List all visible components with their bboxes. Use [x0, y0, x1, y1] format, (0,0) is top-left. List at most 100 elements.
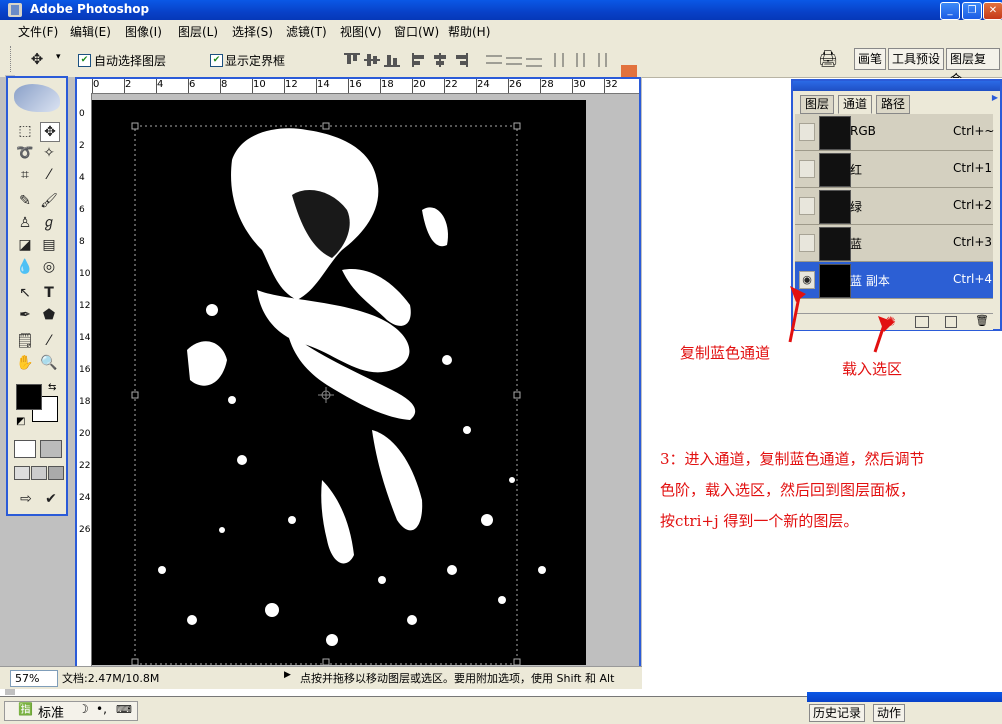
trash-icon[interactable]: 🗑 [975, 314, 989, 327]
eyedropper-tool-icon[interactable]: ⁄ [40, 332, 58, 350]
doc-size-info[interactable]: 文档:2.47M/10.8M [62, 670, 159, 686]
distribute-left-icon[interactable] [552, 53, 568, 67]
menu-view[interactable]: 视图(V) [340, 23, 382, 40]
history-brush-tool-icon[interactable]: ℊ [40, 214, 58, 232]
new-channel-icon[interactable] [945, 316, 957, 328]
type-tool-icon[interactable]: T [40, 284, 58, 302]
menu-help[interactable]: 帮助(H) [448, 23, 490, 40]
pen-tool-icon[interactable]: ✒ [16, 306, 34, 324]
move-tool-button-icon[interactable]: ✥ [40, 122, 60, 142]
well-tab-tool-presets[interactable]: 工具预设 [888, 48, 945, 70]
ruler-vertical[interactable]: 0 2 4 6 8 10 12 14 16 18 20 22 24 26 [77, 93, 92, 668]
options-grip[interactable] [10, 46, 15, 72]
ime-mode-label[interactable]: 标准 [38, 702, 64, 721]
save-selection-icon[interactable] [915, 316, 929, 328]
well-tab-layer-comps[interactable]: 图层复合 [946, 48, 1000, 86]
ime-logo-icon[interactable]: 🈯 [18, 702, 33, 716]
brush-tool-icon[interactable]: 🖌 [40, 192, 58, 210]
lasso-tool-icon[interactable]: ➰ [16, 144, 34, 162]
eraser-tool-icon[interactable]: ◪ [16, 236, 34, 254]
minimize-button[interactable]: _ [940, 2, 960, 20]
jump-to-imageready-icon[interactable]: ⇨ [14, 490, 38, 508]
tab-actions[interactable]: 动作 [873, 704, 906, 722]
restore-button[interactable]: ❐ [962, 2, 982, 20]
file-browser-icon[interactable]: 🖨 [818, 49, 838, 69]
close-button[interactable]: ✕ [983, 2, 1002, 20]
foreground-color-swatch[interactable] [16, 384, 42, 410]
align-right-icon[interactable] [452, 53, 468, 67]
tab-history[interactable]: 历史记录 [809, 704, 866, 722]
tab-paths[interactable]: 路径 [876, 95, 911, 114]
visibility-toggle[interactable] [799, 197, 815, 215]
screen-mode-full-icon[interactable] [48, 466, 64, 480]
feather-logo-icon[interactable] [14, 84, 60, 112]
notes-tool-icon[interactable]: 🗒 [16, 332, 34, 350]
panel-header[interactable] [793, 81, 1000, 91]
move-tool-icon[interactable]: ✥ [28, 50, 46, 68]
distribute-hcenter-icon[interactable] [572, 53, 588, 67]
menu-select[interactable]: 选择(S) [232, 23, 273, 40]
zoom-field[interactable]: 57% [10, 670, 58, 687]
distribute-right-icon[interactable] [592, 53, 608, 67]
punctuation-icon[interactable]: •, [96, 702, 107, 716]
panel-menu-arrow-icon[interactable]: ▶ [992, 93, 998, 102]
distribute-vcenter-icon[interactable] [506, 53, 522, 67]
slice-tool-icon[interactable]: ⁄ [40, 166, 58, 184]
gradient-tool-icon[interactable]: ▤ [40, 236, 58, 254]
screen-mode-full-menu-icon[interactable] [31, 466, 47, 480]
menu-window[interactable]: 窗口(W) [394, 23, 439, 40]
align-vcenter-icon[interactable] [364, 53, 380, 67]
path-selection-tool-icon[interactable]: ↖ [16, 284, 34, 302]
menu-edit[interactable]: 编辑(E) [70, 23, 111, 40]
ruler-tick [380, 79, 381, 93]
align-top-icon[interactable] [344, 53, 360, 67]
crop-tool-icon[interactable]: ⌗ [16, 166, 34, 184]
channel-row[interactable]: 绿 Ctrl+2 [795, 188, 993, 225]
tool-preset-chevron-icon[interactable]: ▾ [56, 52, 61, 62]
edit-in-imageready-icon[interactable]: ✔ [42, 490, 60, 508]
visibility-toggle[interactable] [799, 123, 815, 141]
magic-wand-tool-icon[interactable]: ✧ [40, 144, 58, 162]
doc-close-icon[interactable] [621, 65, 637, 77]
tab-channels[interactable]: 通道 [838, 95, 873, 114]
distribute-bottom-icon[interactable] [526, 53, 542, 67]
clone-stamp-tool-icon[interactable]: ♙ [16, 214, 34, 232]
hand-tool-icon[interactable]: ✋ [16, 354, 34, 372]
menu-file[interactable]: 文件(F) [18, 23, 58, 40]
half-width-icon[interactable]: ☽ [78, 702, 89, 716]
dodge-tool-icon[interactable]: ◎ [40, 258, 58, 276]
quick-mask-icon[interactable] [40, 440, 62, 458]
zoom-tool-icon[interactable]: 🔍 [40, 354, 58, 372]
history-panel-header[interactable] [807, 692, 1002, 702]
default-colors-icon[interactable]: ◩ [16, 416, 25, 427]
soft-keyboard-icon[interactable]: ⌨ [116, 703, 132, 716]
menu-image[interactable]: 图像(I) [125, 23, 162, 40]
standard-mode-icon[interactable] [14, 440, 36, 458]
screen-mode-standard-icon[interactable] [14, 466, 30, 480]
channel-row[interactable]: RGB Ctrl+~ [795, 114, 994, 151]
channel-row[interactable]: 红 Ctrl+1 [795, 151, 993, 188]
ruler-tick [316, 79, 317, 93]
ruler-horizontal[interactable]: 0 2 4 6 8 10 12 14 16 18 20 22 24 26 28 30 32 [77, 79, 639, 94]
channel-image[interactable] [92, 100, 586, 665]
swap-colors-icon[interactable]: ⇆ [48, 382, 56, 393]
align-bottom-icon[interactable] [384, 53, 400, 67]
channel-row[interactable]: 蓝 Ctrl+3 [795, 225, 993, 262]
shape-tool-icon[interactable]: ⬟ [40, 306, 58, 324]
show-bounds-checkbox[interactable]: ✔ [210, 54, 223, 67]
align-left-icon[interactable] [412, 53, 428, 67]
auto-select-checkbox[interactable]: ✔ [78, 54, 91, 67]
tab-layers[interactable]: 图层 [800, 95, 835, 114]
visibility-toggle[interactable] [799, 160, 815, 178]
healing-brush-tool-icon[interactable]: ✎ [16, 192, 34, 210]
marquee-tool-icon[interactable]: ⬚ [16, 122, 34, 140]
status-play-icon[interactable]: ▶ [284, 670, 291, 680]
distribute-top-icon[interactable] [486, 53, 502, 67]
menu-filter[interactable]: 滤镜(T) [286, 23, 327, 40]
blur-tool-icon[interactable]: 💧 [16, 258, 34, 276]
menu-layer[interactable]: 图层(L) [178, 23, 218, 40]
visibility-toggle[interactable] [799, 234, 815, 252]
align-hcenter-icon[interactable] [432, 53, 448, 67]
well-tab-brushes[interactable]: 画笔 [854, 48, 887, 70]
ruler-tick-label: 0 [79, 109, 85, 119]
